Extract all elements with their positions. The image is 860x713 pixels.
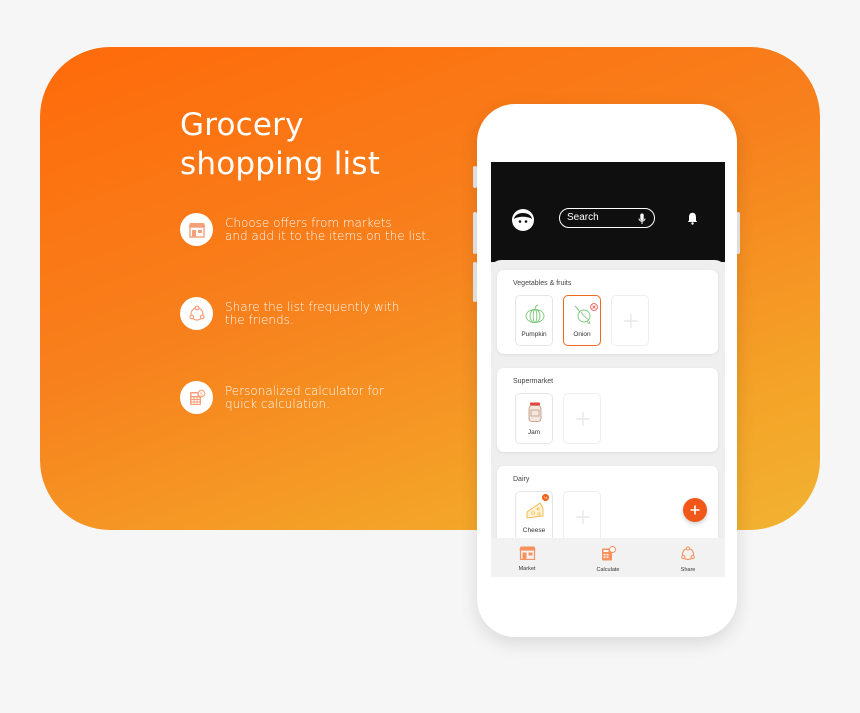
- list-item-pumpkin[interactable]: Pumpkin: [515, 295, 553, 346]
- nav-calculate[interactable]: Calculate: [583, 546, 633, 573]
- nav-market[interactable]: Market: [502, 546, 552, 572]
- feature-calculator: $ Personalized calculator for quick calc…: [180, 381, 384, 414]
- cheese-icon: [526, 502, 544, 519]
- notification-bell-icon[interactable]: [687, 212, 698, 230]
- microphone-icon[interactable]: [638, 212, 646, 230]
- list-item-cheese[interactable]: % Cheese: [515, 491, 553, 542]
- plus-icon: [576, 510, 590, 524]
- search-input[interactable]: Search: [559, 208, 655, 228]
- share-icon: [681, 546, 695, 560]
- phone-mockup: Search Vegetables & fruits Pumpkin Onion…: [477, 104, 737, 637]
- page-title: Grocery shopping list: [180, 107, 381, 182]
- list-item-jam[interactable]: Jam: [515, 393, 553, 444]
- nav-share[interactable]: Share: [663, 546, 713, 573]
- feature-market-offers: Choose offers from markets and add it to…: [180, 213, 430, 246]
- category-card-supermarket: Supermarket Jam: [497, 368, 718, 452]
- add-item-button[interactable]: [611, 295, 649, 346]
- remove-item-icon[interactable]: [590, 298, 598, 316]
- market-icon: [519, 546, 535, 561]
- calculator-icon: $: [180, 381, 213, 414]
- app-screen: Search Vegetables & fruits Pumpkin Onion…: [491, 162, 725, 577]
- market-icon: [180, 213, 213, 246]
- pumpkin-icon: [525, 304, 545, 323]
- add-category-fab[interactable]: [683, 498, 707, 522]
- plus-icon: [690, 505, 700, 515]
- category-card-vegetables-fruits: Vegetables & fruits Pumpkin Onion: [497, 270, 718, 354]
- bottom-navigation: Market Calculate Share: [491, 538, 725, 577]
- offer-badge: %: [542, 494, 549, 501]
- svg-text:$: $: [199, 391, 202, 397]
- add-item-button[interactable]: [563, 491, 601, 542]
- share-icon: [180, 297, 213, 330]
- app-header: Search: [491, 162, 725, 262]
- avatar[interactable]: [511, 208, 535, 232]
- feature-share: Share the list frequently with the frien…: [180, 297, 399, 330]
- plus-icon: [624, 314, 638, 328]
- add-item-button[interactable]: [563, 393, 601, 444]
- plus-icon: [576, 412, 590, 426]
- list-item-onion[interactable]: Onion: [563, 295, 601, 346]
- jam-jar-icon: [528, 402, 542, 422]
- calculator-icon: [601, 546, 616, 561]
